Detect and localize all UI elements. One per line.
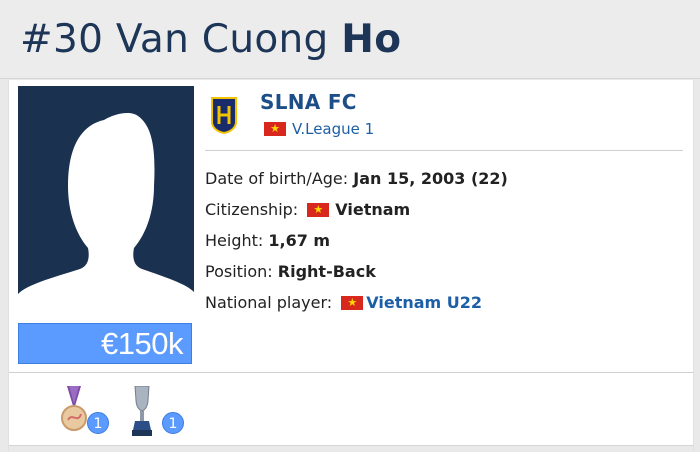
- league-link[interactable]: ★ V.League 1: [264, 120, 374, 138]
- vietnam-flag-icon: ★: [307, 203, 330, 217]
- club-name-link[interactable]: SLNA FC: [260, 90, 357, 114]
- medal-icon: [61, 386, 87, 431]
- national-team-link[interactable]: Vietnam U22: [366, 293, 482, 312]
- detail-value: Right-Back: [277, 262, 376, 281]
- player-last-name: Ho: [341, 17, 402, 62]
- detail-date-of-birth: Date of birth/Age: Jan 15, 2003 (22): [205, 168, 508, 199]
- achievement-trophy[interactable]: [129, 385, 155, 442]
- section-divider: [9, 372, 693, 373]
- medal-count-badge: 1: [87, 412, 109, 434]
- detail-label: Position:: [205, 262, 273, 281]
- detail-height: Height: 1,67 m: [205, 230, 508, 261]
- detail-label: Date of birth/Age:: [205, 169, 349, 188]
- trophy-count-badge: 1: [162, 412, 184, 434]
- page-header: #30 Van Cuong Ho: [0, 0, 700, 79]
- detail-citizenship: Citizenship: ★ Vietnam: [205, 199, 508, 230]
- achievement-medal[interactable]: [59, 386, 89, 440]
- player-silhouette-icon: [18, 113, 194, 326]
- detail-label: Height:: [205, 231, 264, 250]
- market-value: €150k: [101, 326, 183, 361]
- vietnam-flag-icon: ★: [264, 122, 286, 136]
- trophy-icon: [132, 385, 152, 436]
- detail-label: Citizenship:: [205, 200, 299, 219]
- player-profile-card: €150k SLNA FC ★ V.League 1 Date of birth/…: [8, 80, 694, 452]
- player-first-names: Van Cuong: [115, 17, 329, 62]
- detail-national-player: National player: ★ Vietnam U22: [205, 292, 508, 323]
- league-name: V.League 1: [292, 120, 375, 138]
- detail-value: Vietnam: [335, 200, 411, 219]
- player-photo[interactable]: [18, 86, 194, 326]
- detail-value: Jan 15, 2003 (22): [353, 169, 508, 188]
- detail-value: 1,67 m: [268, 231, 331, 250]
- market-value-box[interactable]: €150k: [18, 323, 192, 364]
- player-title: #30 Van Cuong Ho: [20, 14, 401, 66]
- vietnam-flag-icon: ★: [341, 296, 364, 310]
- info-separator: [205, 150, 683, 151]
- detail-label: National player:: [205, 293, 333, 312]
- shirt-number: #30: [20, 17, 104, 62]
- player-details: Date of birth/Age: Jan 15, 2003 (22) Cit…: [205, 168, 508, 323]
- detail-position: Position: Right-Back: [205, 261, 508, 292]
- slna-club-logo-icon[interactable]: [210, 94, 238, 134]
